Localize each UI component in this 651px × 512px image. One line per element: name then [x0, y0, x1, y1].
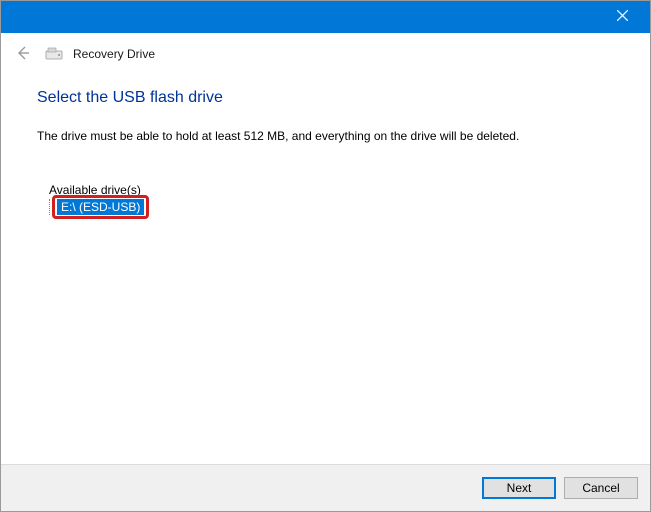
next-button[interactable]: Next: [482, 477, 556, 499]
tree-connector: E:\ (ESD-USB): [49, 199, 149, 215]
back-button[interactable]: [11, 42, 35, 66]
recovery-drive-icon: [45, 47, 63, 61]
close-button[interactable]: [600, 3, 644, 31]
drive-item[interactable]: E:\ (ESD-USB): [57, 199, 144, 215]
close-icon: [617, 10, 628, 24]
content-area: Select the USB flash drive The drive mus…: [1, 75, 650, 464]
cancel-button[interactable]: Cancel: [564, 477, 638, 499]
back-arrow-icon: [15, 45, 31, 64]
window-title: Recovery Drive: [73, 47, 155, 61]
wizard-window: Recovery Drive Select the USB flash driv…: [0, 0, 651, 512]
drives-list: E:\ (ESD-USB): [49, 199, 149, 215]
instruction-text: The drive must be able to hold at least …: [37, 129, 614, 143]
header-bar: Recovery Drive: [1, 33, 650, 75]
page-title: Select the USB flash drive: [37, 89, 614, 107]
annotation-highlight: E:\ (ESD-USB): [52, 195, 149, 219]
titlebar: [1, 1, 650, 33]
footer-bar: Next Cancel: [1, 464, 650, 511]
